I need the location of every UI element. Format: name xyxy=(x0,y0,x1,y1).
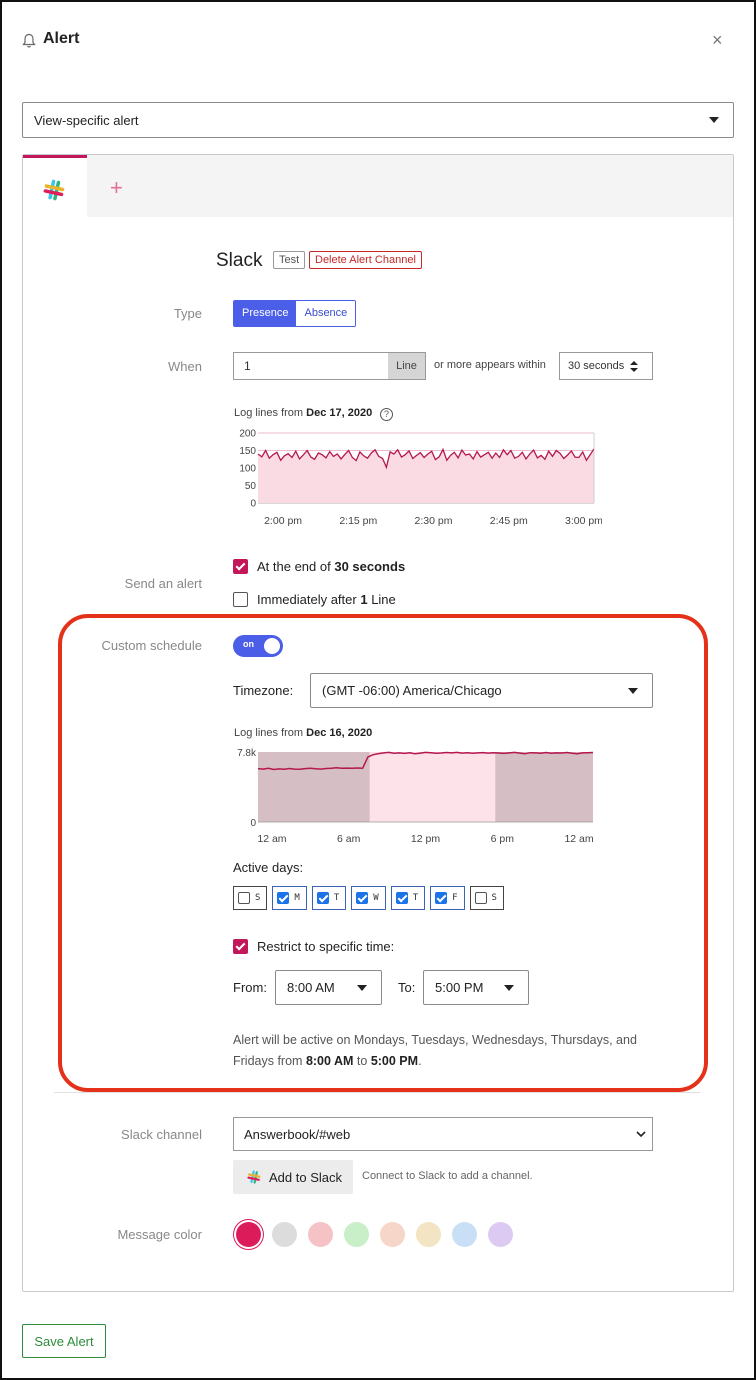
color-swatches xyxy=(236,1222,513,1247)
delete-channel-button[interactable]: Delete Alert Channel xyxy=(309,251,422,269)
end-of-window-checkbox[interactable] xyxy=(233,559,248,574)
tab-slack[interactable] xyxy=(23,155,87,217)
color-swatch-2[interactable] xyxy=(272,1222,297,1247)
chart1-y-tick: 0 xyxy=(250,499,256,510)
add-channel-tab[interactable]: + xyxy=(110,175,123,201)
alert-scope-select[interactable]: View-specific alert xyxy=(22,102,734,138)
bell-icon xyxy=(22,33,36,48)
color-swatch-4[interactable] xyxy=(344,1222,369,1247)
immediately-checkbox[interactable] xyxy=(233,592,248,607)
end-of-window-prefix: At the end of xyxy=(257,559,331,574)
chart1-caption: Log lines from Dec 17, 2020 xyxy=(234,407,372,419)
send-alert-label: Send an alert xyxy=(124,576,202,591)
type-label: Type xyxy=(173,306,202,321)
highlight-annotation xyxy=(58,614,708,1092)
close-icon[interactable]: × xyxy=(712,31,723,49)
chart1-y-tick: 200 xyxy=(239,429,256,440)
end-of-window-text: At the end of 30 seconds xyxy=(257,559,405,574)
section-divider xyxy=(54,1092,700,1093)
type-absence-button[interactable]: Absence xyxy=(296,301,356,326)
when-window-value: 30 seconds xyxy=(568,360,625,372)
channel-name: Slack xyxy=(216,250,263,271)
when-label: When xyxy=(168,359,202,374)
immediately-suffix: Line xyxy=(371,592,396,607)
chart1-caption-date: Dec 17, 2020 xyxy=(306,407,373,419)
color-swatch-3[interactable] xyxy=(308,1222,333,1247)
when-count-input[interactable]: 1 xyxy=(233,352,389,380)
chart1-x-tick: 3:00 pm xyxy=(565,515,602,527)
when-connector: or more appears within xyxy=(434,359,546,371)
test-button[interactable]: Test xyxy=(273,251,306,269)
slack-icon xyxy=(43,179,65,201)
when-window-select[interactable]: 30 seconds xyxy=(559,352,653,380)
save-alert-button[interactable]: Save Alert xyxy=(22,1324,106,1358)
chart1-x-tick: 2:00 pm xyxy=(264,515,302,527)
type-segmented: Presence Absence xyxy=(233,300,357,327)
slack-channel-select[interactable]: Answerbook/#web xyxy=(233,1117,653,1151)
chart1-caption-prefix: Log lines from xyxy=(234,407,304,419)
color-swatch-1[interactable] xyxy=(236,1222,261,1247)
add-to-slack-hint: Connect to Slack to add a channel. xyxy=(362,1170,533,1182)
log-volume-chart: 200 150 100 50 0 2:00 pm 2:15 pm 2:30 pm 2:45 pm… xyxy=(239,429,602,528)
end-of-window-value: 30 seconds xyxy=(334,559,406,574)
color-swatch-6[interactable] xyxy=(416,1222,441,1247)
immediately-prefix: Immediately after xyxy=(257,592,357,607)
help-icon[interactable]: ? xyxy=(380,408,393,421)
sort-arrows-icon xyxy=(630,361,638,372)
chart1-x-tick: 2:15 pm xyxy=(339,515,377,527)
color-swatch-8[interactable] xyxy=(488,1222,513,1247)
add-to-slack-label: Add to Slack xyxy=(269,1169,342,1185)
slack-icon xyxy=(247,1170,261,1184)
channel-tabbar xyxy=(23,155,733,217)
color-swatch-7[interactable] xyxy=(452,1222,477,1247)
add-to-slack-button[interactable]: Add to Slack xyxy=(233,1160,353,1194)
type-presence-button[interactable]: Presence xyxy=(234,301,297,326)
chart1-area xyxy=(258,448,594,503)
chart1-y-tick: 50 xyxy=(245,481,257,492)
slack-channel-label: Slack channel xyxy=(121,1127,202,1142)
message-color-label: Message color xyxy=(117,1227,202,1242)
modal-title: Alert xyxy=(43,30,80,47)
chevron-down-icon xyxy=(709,117,719,123)
color-swatch-5[interactable] xyxy=(380,1222,405,1247)
chart1-y-tick: 100 xyxy=(239,464,256,475)
slack-channel-value: Answerbook/#web xyxy=(244,1126,351,1142)
chart1-x-tick: 2:45 pm xyxy=(490,515,528,527)
chevron-down-icon xyxy=(636,1131,646,1138)
immediately-text: Immediately after 1 Line xyxy=(257,592,396,607)
chart1-y-tick: 150 xyxy=(239,446,256,457)
immediately-value: 1 xyxy=(360,592,368,607)
when-unit-addon: Line xyxy=(388,352,426,380)
alert-scope-value: View-specific alert xyxy=(34,112,139,128)
chart1-x-tick: 2:30 pm xyxy=(415,515,453,527)
